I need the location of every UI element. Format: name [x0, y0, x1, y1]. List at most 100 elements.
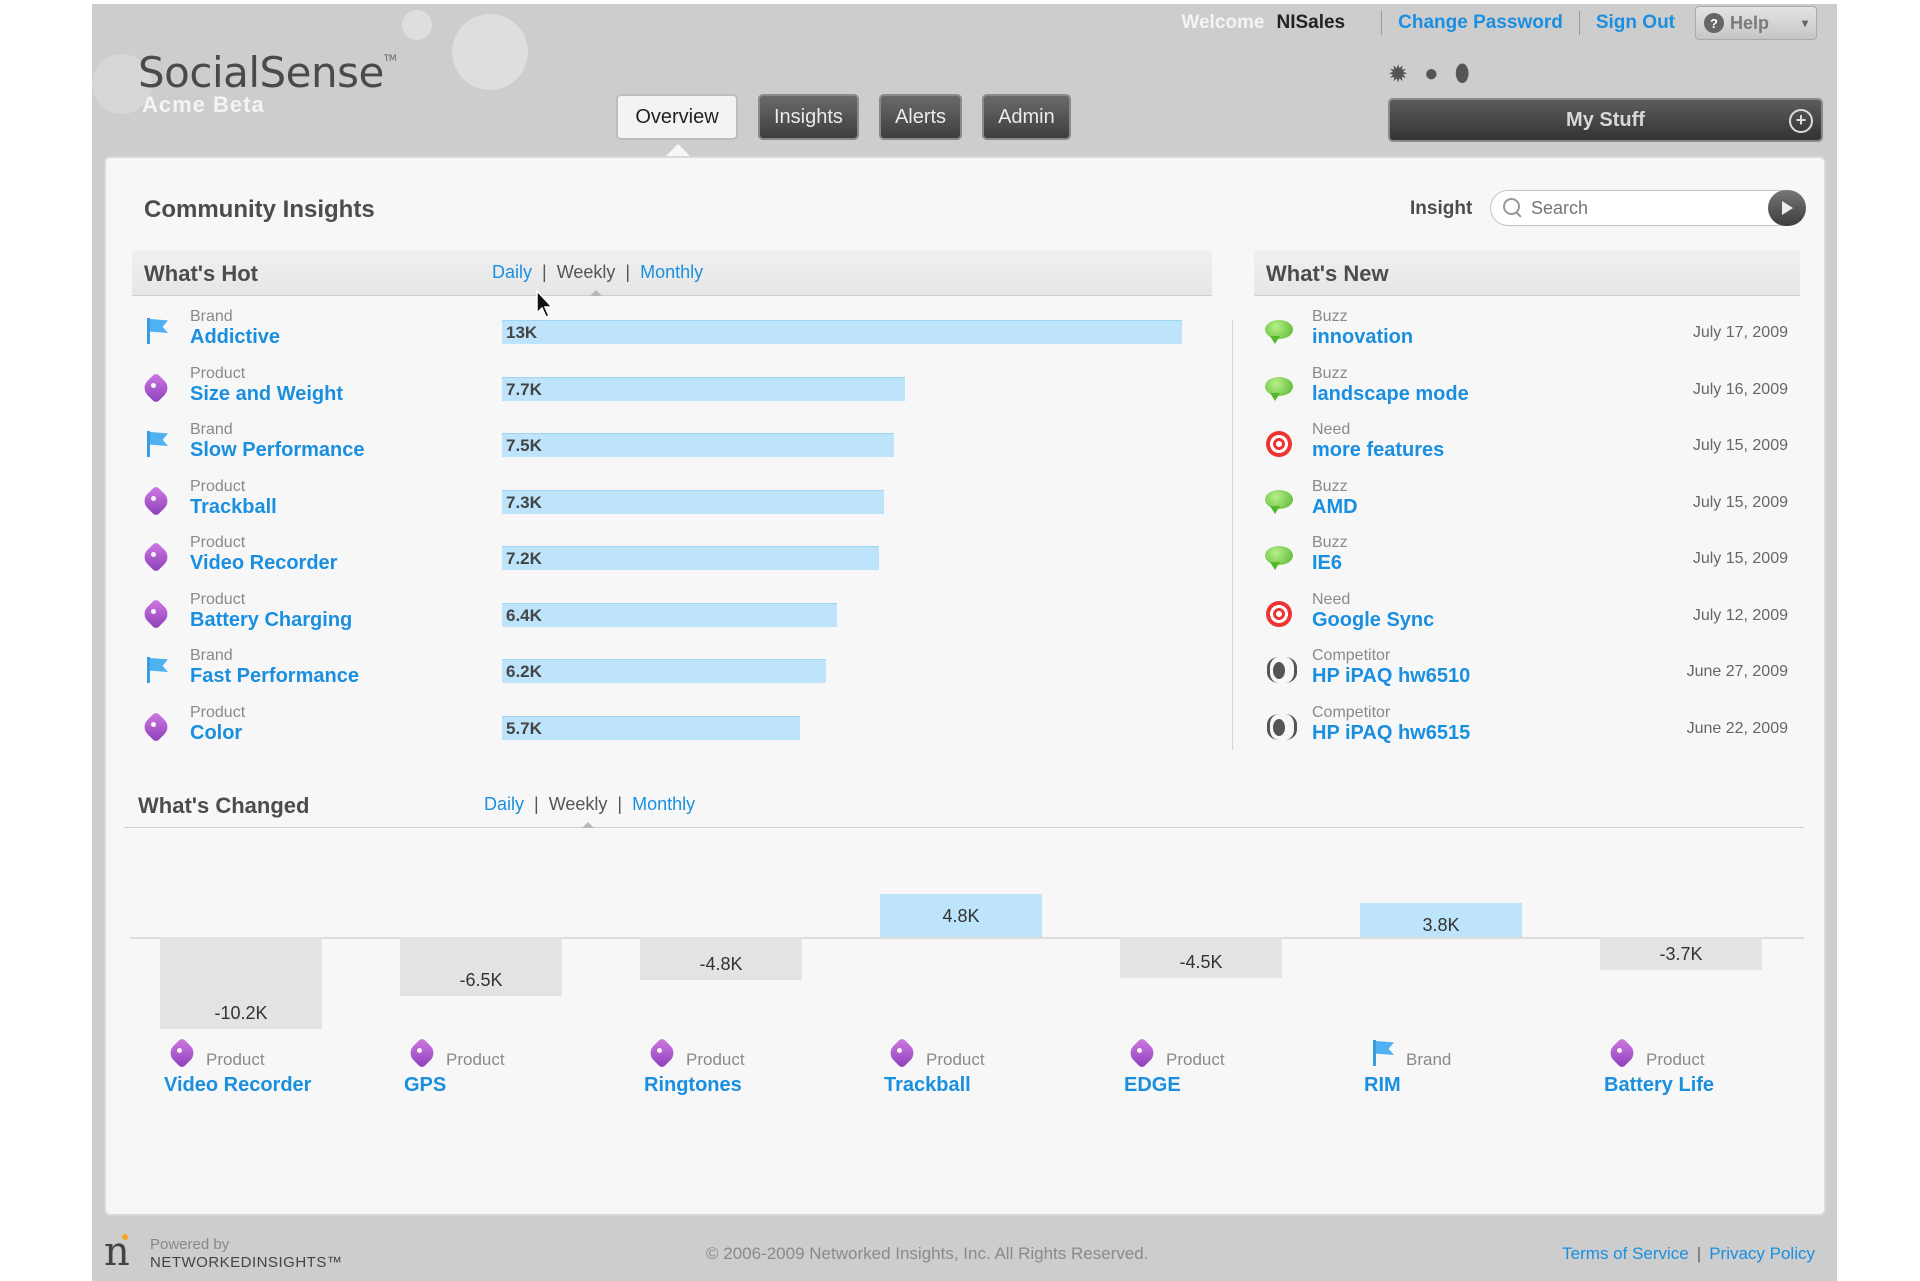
tag-icon — [142, 373, 172, 403]
changed-item-link[interactable]: Trackball — [884, 1072, 1034, 1098]
plus-icon[interactable]: + — [1789, 109, 1813, 133]
changed-item-link[interactable]: EDGE — [1124, 1072, 1274, 1098]
app-window: SocialSenseTM Acme Beta Welcome NISales … — [92, 4, 1837, 1281]
hot-item-link[interactable]: Battery Charging — [190, 609, 352, 632]
privacy-policy-link[interactable]: Privacy Policy — [1709, 1244, 1815, 1264]
change-value-label: -6.5K — [459, 970, 503, 990]
tag-icon — [1128, 1038, 1158, 1068]
change-value-label: -4.5K — [1179, 952, 1223, 972]
change-value-label: -10.2K — [214, 1003, 268, 1023]
sign-out-link[interactable]: Sign Out — [1596, 12, 1675, 34]
tab-insights[interactable]: Insights — [758, 94, 859, 140]
item-category: Product — [190, 703, 246, 721]
search-box[interactable] — [1490, 190, 1800, 226]
hot-value-bar[interactable] — [502, 715, 800, 740]
search-input[interactable] — [1531, 197, 1751, 219]
changed-item-link[interactable]: Video Recorder — [164, 1072, 314, 1098]
item-category: Product — [206, 1050, 265, 1069]
period-daily[interactable]: Daily — [484, 794, 524, 815]
period-weekly[interactable]: Weekly — [549, 794, 608, 815]
help-button[interactable]: ? Help ▾ — [1695, 6, 1817, 40]
hot-value-bar[interactable] — [502, 376, 905, 401]
app-logo[interactable]: SocialSenseTM — [138, 48, 397, 97]
item-category: Competitor — [1312, 647, 1391, 664]
changed-item-link[interactable]: Ringtones — [644, 1072, 794, 1098]
item-category: Brand — [190, 421, 233, 438]
tag-icon — [142, 486, 172, 516]
tag-icon — [1608, 1038, 1638, 1068]
changed-item-link[interactable]: RIM — [1364, 1072, 1514, 1098]
tab-admin[interactable]: Admin — [982, 94, 1071, 140]
tag-icon — [168, 1038, 198, 1068]
new-item-link[interactable]: HP iPAQ hw6510 — [1312, 665, 1470, 688]
powered-by-brand: NETWORKEDINSIGHTS™ — [150, 1254, 343, 1271]
hot-item-link[interactable]: Fast Performance — [190, 665, 359, 688]
period-daily[interactable]: Daily — [492, 262, 532, 283]
item-category: Brand — [1406, 1050, 1452, 1069]
changed-item-link[interactable]: Battery Life — [1604, 1072, 1754, 1098]
welcome-label: Welcome — [1181, 12, 1265, 33]
gear-icon[interactable]: ✹ — [1388, 60, 1408, 89]
need-icon — [1264, 599, 1294, 629]
new-item-link[interactable]: more features — [1312, 439, 1444, 462]
change-value-label: -4.8K — [699, 954, 743, 974]
hot-item-link[interactable]: Video Recorder — [190, 552, 337, 575]
tab-alerts[interactable]: Alerts — [878, 94, 963, 140]
hot-item-link[interactable]: Size and Weight — [190, 383, 343, 406]
new-item-link[interactable]: IE6 — [1312, 552, 1342, 575]
hot-value-bar[interactable] — [502, 433, 894, 457]
period-selected-caret — [582, 822, 594, 828]
new-item-link[interactable]: landscape mode — [1312, 383, 1469, 406]
tag-icon — [142, 712, 172, 742]
new-item-link[interactable]: AMD — [1312, 496, 1358, 519]
hot-item-link[interactable]: Slow Performance — [190, 439, 365, 462]
tab-overview[interactable]: Overview — [616, 94, 738, 140]
period-selected-caret — [590, 290, 602, 296]
hot-item-link[interactable]: Addictive — [190, 326, 280, 349]
buzz-icon — [1264, 373, 1294, 403]
my-stuff-label: My Stuff — [1566, 108, 1645, 131]
powered-by-label: Powered by — [150, 1236, 230, 1253]
item-date: July 12, 2009 — [1692, 606, 1788, 624]
hot-value-label: 13K — [506, 323, 538, 342]
chat-icon[interactable]: ● — [1424, 60, 1439, 89]
decorative-bubble — [402, 10, 432, 40]
hot-value-label: 7.2K — [506, 549, 542, 568]
hot-item-link[interactable]: Trackball — [190, 496, 277, 519]
terms-of-service-link[interactable]: Terms of Service — [1562, 1244, 1689, 1264]
flag-icon — [1368, 1038, 1398, 1068]
buzz-icon — [1264, 316, 1294, 346]
hot-value-bar[interactable] — [502, 546, 879, 570]
help-label: Help — [1730, 12, 1770, 33]
help-icon: ? — [1704, 13, 1724, 33]
period-monthly[interactable]: Monthly — [632, 794, 695, 815]
hot-value-bar[interactable] — [502, 602, 837, 627]
item-date: July 15, 2009 — [1692, 550, 1788, 567]
hot-value-bar[interactable] — [502, 489, 884, 514]
hot-item-link[interactable]: Color — [190, 722, 242, 745]
period-separator: | — [617, 794, 623, 814]
competitor-icon — [1264, 712, 1297, 742]
period-weekly[interactable]: Weekly — [557, 262, 616, 283]
item-category: Product — [1166, 1050, 1225, 1069]
hot-value-bar[interactable] — [502, 320, 1182, 344]
search-icon — [1503, 198, 1523, 218]
item-category: Brand — [190, 647, 233, 664]
hot-value-bar[interactable] — [502, 659, 826, 683]
decorative-bubble — [452, 14, 528, 90]
logo-subtitle: Acme Beta — [142, 92, 265, 117]
hot-value-label: 6.4K — [506, 605, 542, 625]
lightbulb-icon[interactable]: ⬮ — [1455, 60, 1470, 89]
change-password-link[interactable]: Change Password — [1398, 12, 1563, 34]
my-stuff-button[interactable]: My Stuff + — [1388, 98, 1823, 142]
main-nav: Overview Insights Alerts Admin — [616, 94, 1071, 140]
period-monthly[interactable]: Monthly — [640, 262, 703, 283]
new-item-link[interactable]: innovation — [1312, 326, 1413, 349]
new-item-link[interactable]: Google Sync — [1312, 609, 1434, 632]
change-value-label: -3.7K — [1659, 944, 1703, 964]
changed-item-link[interactable]: GPS — [404, 1072, 554, 1098]
need-icon — [1264, 429, 1294, 459]
new-item-link[interactable]: HP iPAQ hw6515 — [1312, 722, 1470, 745]
whats-hot-header: What's Hot Daily | Weekly | Monthly — [132, 250, 1212, 296]
search-go-button[interactable] — [1768, 190, 1806, 226]
